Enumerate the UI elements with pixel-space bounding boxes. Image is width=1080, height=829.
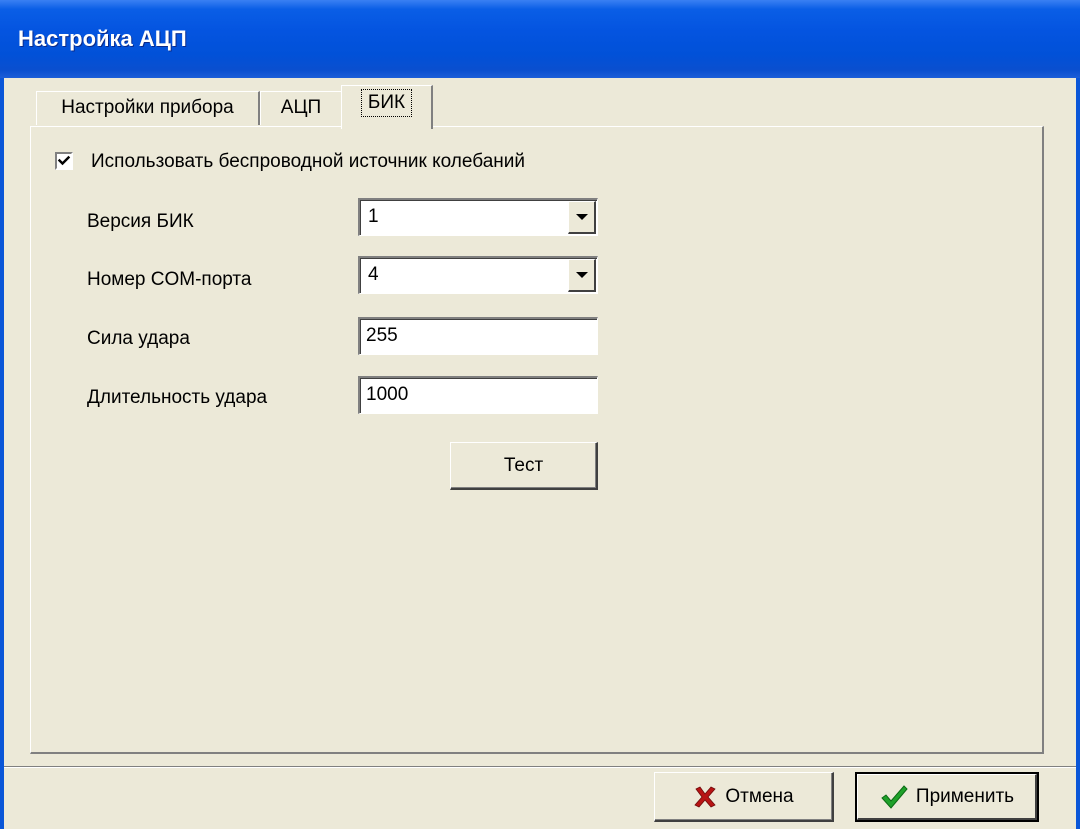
com-port-label: Номер COM-порта (87, 269, 252, 290)
duration-input[interactable]: 1000 (358, 376, 598, 414)
com-port-dropdown-button[interactable] (568, 259, 596, 292)
force-label: Сила удара (87, 328, 190, 349)
window-frame-left (0, 78, 4, 829)
duration-label: Длительность удара (87, 387, 268, 408)
duration-value: 1000 (366, 384, 409, 405)
tab-label: АЦП (280, 97, 322, 118)
com-port-value: 4 (368, 264, 379, 285)
checkmark-icon (57, 155, 71, 166)
tab-adc[interactable]: АЦП (260, 91, 343, 125)
chevron-down-icon (576, 214, 588, 220)
test-button-label: Тест (503, 455, 544, 476)
version-value: 1 (368, 206, 379, 227)
footer-separator (4, 766, 1076, 768)
force-input[interactable]: 255 (358, 317, 598, 355)
apply-button[interactable]: Применить (855, 772, 1039, 822)
apply-button-label: Применить (915, 786, 1015, 807)
window-frame-right (1076, 78, 1080, 829)
window-title: Настройка АЦП (18, 26, 187, 51)
version-label: Версия БИК (87, 211, 194, 232)
tab-label: БИК (360, 89, 413, 117)
force-value: 255 (366, 325, 398, 346)
tab-bik[interactable]: БИК (341, 85, 433, 129)
version-dropdown-button[interactable] (568, 201, 596, 234)
test-button[interactable]: Тест (450, 442, 598, 490)
tab-label: Настройки прибора (61, 97, 234, 118)
use-wireless-label: Использовать беспроводной источник колеб… (91, 151, 525, 172)
chevron-down-icon (576, 272, 588, 278)
com-port-select[interactable]: 4 (358, 256, 598, 294)
title-bar[interactable]: Настройка АЦП (0, 0, 1080, 78)
cancel-button-label: Отмена (725, 785, 794, 807)
tab-device-settings[interactable]: Настройки прибора (36, 91, 260, 125)
settings-dialog: Настройка АЦП Настройки прибора АЦП БИК … (0, 0, 1080, 829)
green-checkmark-icon (881, 785, 908, 809)
version-select[interactable]: 1 (358, 198, 598, 236)
red-x-icon (694, 785, 717, 807)
use-wireless-checkbox[interactable] (55, 152, 73, 170)
cancel-button[interactable]: Отмена (654, 772, 834, 822)
